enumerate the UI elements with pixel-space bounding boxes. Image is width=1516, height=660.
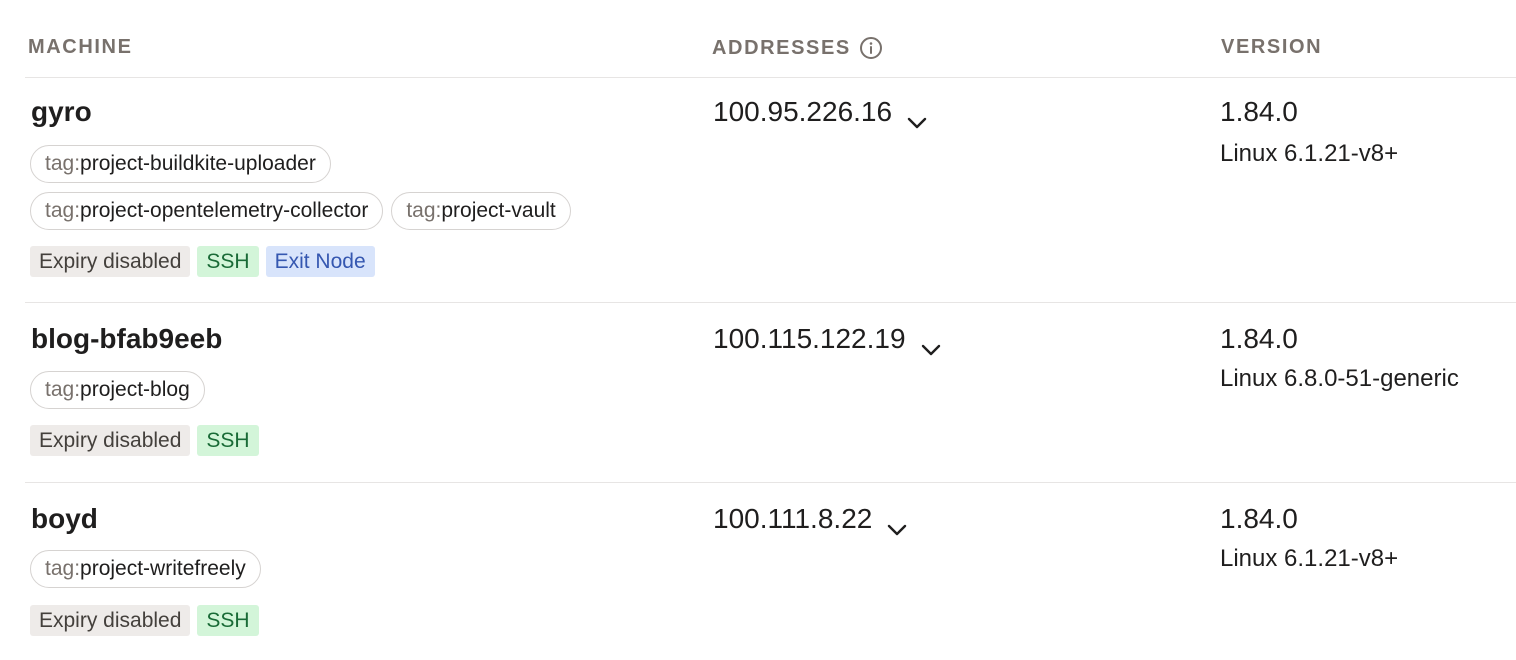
tag-list: tag: project-opentelemetry-collector tag:… xyxy=(30,192,571,230)
tag-chip: tag: project-blog xyxy=(30,371,205,409)
tag-list: tag: project-blog xyxy=(30,371,205,409)
machine-name[interactable]: gyro xyxy=(31,96,92,128)
tag-prefix: tag: xyxy=(45,199,81,222)
expiry-disabled-badge: Expiry disabled xyxy=(30,605,191,636)
table-row[interactable]: boyd tag: project-writefreely Expiry disa… xyxy=(25,483,1516,660)
machines-table: MACHINE ADDRESSES VERSION gyro tag: proje… xyxy=(25,0,1516,660)
ssh-badge: SSH xyxy=(197,246,259,277)
tag-value: project-vault xyxy=(441,199,556,222)
tag-chip: tag: project-writefreely xyxy=(30,550,261,588)
column-header-addresses-label: ADDRESSES xyxy=(712,36,851,59)
os-version: Linux 6.1.21-v8+ xyxy=(1220,140,1399,167)
tag-value: project-blog xyxy=(80,378,190,401)
table-row[interactable]: blog-bfab9eeb tag: project-blog Expiry di… xyxy=(25,303,1516,483)
tag-list: tag: project-writefreely xyxy=(30,550,261,588)
column-header-version-label: VERSION xyxy=(1221,36,1323,58)
os-version: Linux 6.1.21-v8+ xyxy=(1220,545,1399,572)
tag-chip: tag: project-opentelemetry-collector xyxy=(30,192,384,230)
address-value: 100.95.226.16 xyxy=(713,96,893,127)
exit-node-badge: Exit Node xyxy=(265,246,375,277)
machine-name[interactable]: blog-bfab9eeb xyxy=(31,323,222,355)
table-header: MACHINE ADDRESSES VERSION xyxy=(25,0,1516,78)
table-row[interactable]: gyro tag: project-buildkite-uploader tag:… xyxy=(25,78,1516,303)
tag-prefix: tag: xyxy=(406,199,442,222)
expiry-disabled-badge: Expiry disabled xyxy=(30,425,191,456)
tag-prefix: tag: xyxy=(45,557,81,580)
expiry-disabled-badge: Expiry disabled xyxy=(30,246,191,277)
tag-value: project-opentelemetry-collector xyxy=(80,199,369,222)
tag-value: project-buildkite-uploader xyxy=(80,152,316,175)
column-header-machine[interactable]: MACHINE xyxy=(28,36,133,59)
tag-list: tag: project-buildkite-uploader xyxy=(30,145,331,183)
badge-list: Expiry disabled SSH Exit Node xyxy=(30,246,375,277)
tag-chip: tag: project-buildkite-uploader xyxy=(30,145,331,183)
badge-list: Expiry disabled SSH xyxy=(30,425,259,456)
chevron-down-icon[interactable] xyxy=(920,332,942,356)
address-dropdown[interactable]: 100.111.8.22 xyxy=(713,503,908,536)
version-number: 1.84.0 xyxy=(1220,503,1298,534)
address-value: 100.111.8.22 xyxy=(713,503,873,534)
column-header-addresses[interactable]: ADDRESSES xyxy=(712,36,883,60)
column-header-version[interactable]: VERSION xyxy=(1221,36,1322,59)
ssh-badge: SSH xyxy=(197,425,259,456)
ssh-badge: SSH xyxy=(197,605,259,636)
address-value: 100.115.122.19 xyxy=(713,323,906,354)
info-icon[interactable] xyxy=(859,36,883,60)
column-header-machine-label: MACHINE xyxy=(28,36,133,58)
version-number: 1.84.0 xyxy=(1220,96,1298,127)
version-number: 1.84.0 xyxy=(1220,323,1298,354)
address-dropdown[interactable]: 100.115.122.19 xyxy=(713,323,942,356)
chevron-down-icon[interactable] xyxy=(906,105,928,129)
tag-value: project-writefreely xyxy=(80,557,246,580)
tag-prefix: tag: xyxy=(45,378,81,401)
machine-name[interactable]: boyd xyxy=(31,503,98,535)
tag-prefix: tag: xyxy=(45,152,81,175)
badge-list: Expiry disabled SSH xyxy=(30,605,259,636)
chevron-down-icon[interactable] xyxy=(886,512,908,536)
address-dropdown[interactable]: 100.95.226.16 xyxy=(713,96,928,129)
tag-chip: tag: project-vault xyxy=(391,192,571,230)
os-version: Linux 6.8.0-51-generic xyxy=(1220,365,1459,392)
